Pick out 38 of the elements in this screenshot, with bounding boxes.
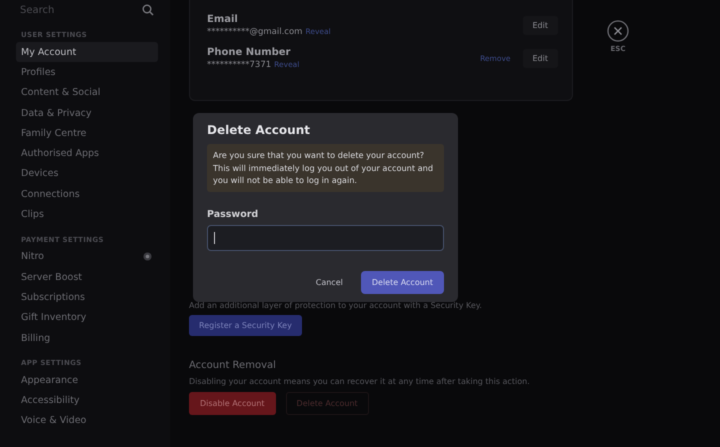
field-value: **********@gmail.com xyxy=(207,27,302,37)
edit-button[interactable]: Edit xyxy=(522,16,558,35)
search-field[interactable]: Search xyxy=(20,4,120,16)
sidebar-item[interactable]: Gift Inventory xyxy=(16,308,158,328)
delete-account-button[interactable]: Delete Account xyxy=(360,270,444,294)
sidebar-item[interactable]: Profiles xyxy=(16,62,158,83)
sidebar-item[interactable]: Devices xyxy=(16,164,158,184)
sidebar-item[interactable]: Accessibility xyxy=(16,390,158,411)
account-removal-title: Account Removal xyxy=(189,360,277,371)
sidebar-item[interactable]: Connections xyxy=(16,184,158,204)
sidebar-item[interactable]: Voice & Video xyxy=(16,410,158,432)
sidebar-item[interactable]: Subscriptions xyxy=(16,287,158,308)
field-label: Email xyxy=(207,14,239,25)
security-key-description: Add an additional layer of protection to your account with a Security Key. xyxy=(189,301,483,310)
disable-account-button[interactable]: Disable Account xyxy=(189,392,276,415)
account-removal-description: Disabling your account means you can recover it at any time after taking this action. xyxy=(189,377,531,386)
password-field[interactable] xyxy=(207,224,444,250)
sidebar-item[interactable]: Data & Privacy xyxy=(16,102,158,124)
text-cursor xyxy=(214,232,215,244)
sidebar-item[interactable]: Appearance xyxy=(16,370,158,390)
field-label: Phone Number xyxy=(207,47,292,58)
password-label: Password xyxy=(207,208,260,220)
sidebar-item[interactable]: Family Centre xyxy=(16,123,158,144)
close-icon[interactable] xyxy=(607,20,629,42)
edit-button[interactable]: Edit xyxy=(522,49,558,68)
sidebar-item[interactable]: Billing xyxy=(16,328,158,348)
warning-message: Are you sure that you want to delete your account? This will immediately log you out of your account and you will not be able to log in again. xyxy=(207,144,444,192)
sidebar-item[interactable]: Server Boost xyxy=(16,266,158,288)
sidebar-item[interactable]: Authorised Apps xyxy=(16,143,158,164)
register-security-key-button[interactable]: Register a Security Key xyxy=(189,315,302,336)
sidebar-item[interactable]: Clips xyxy=(16,204,158,225)
sidebar-item[interactable]: Nitro xyxy=(16,246,158,267)
sidebar-item[interactable]: Content & Social xyxy=(16,82,158,103)
dialog-title: Delete Account xyxy=(207,123,311,137)
sidebar-item[interactable]: My Account xyxy=(16,42,158,62)
field-value: **********7371 xyxy=(207,60,272,70)
cancel-button[interactable]: Cancel xyxy=(312,272,347,292)
search-icon xyxy=(142,4,154,16)
